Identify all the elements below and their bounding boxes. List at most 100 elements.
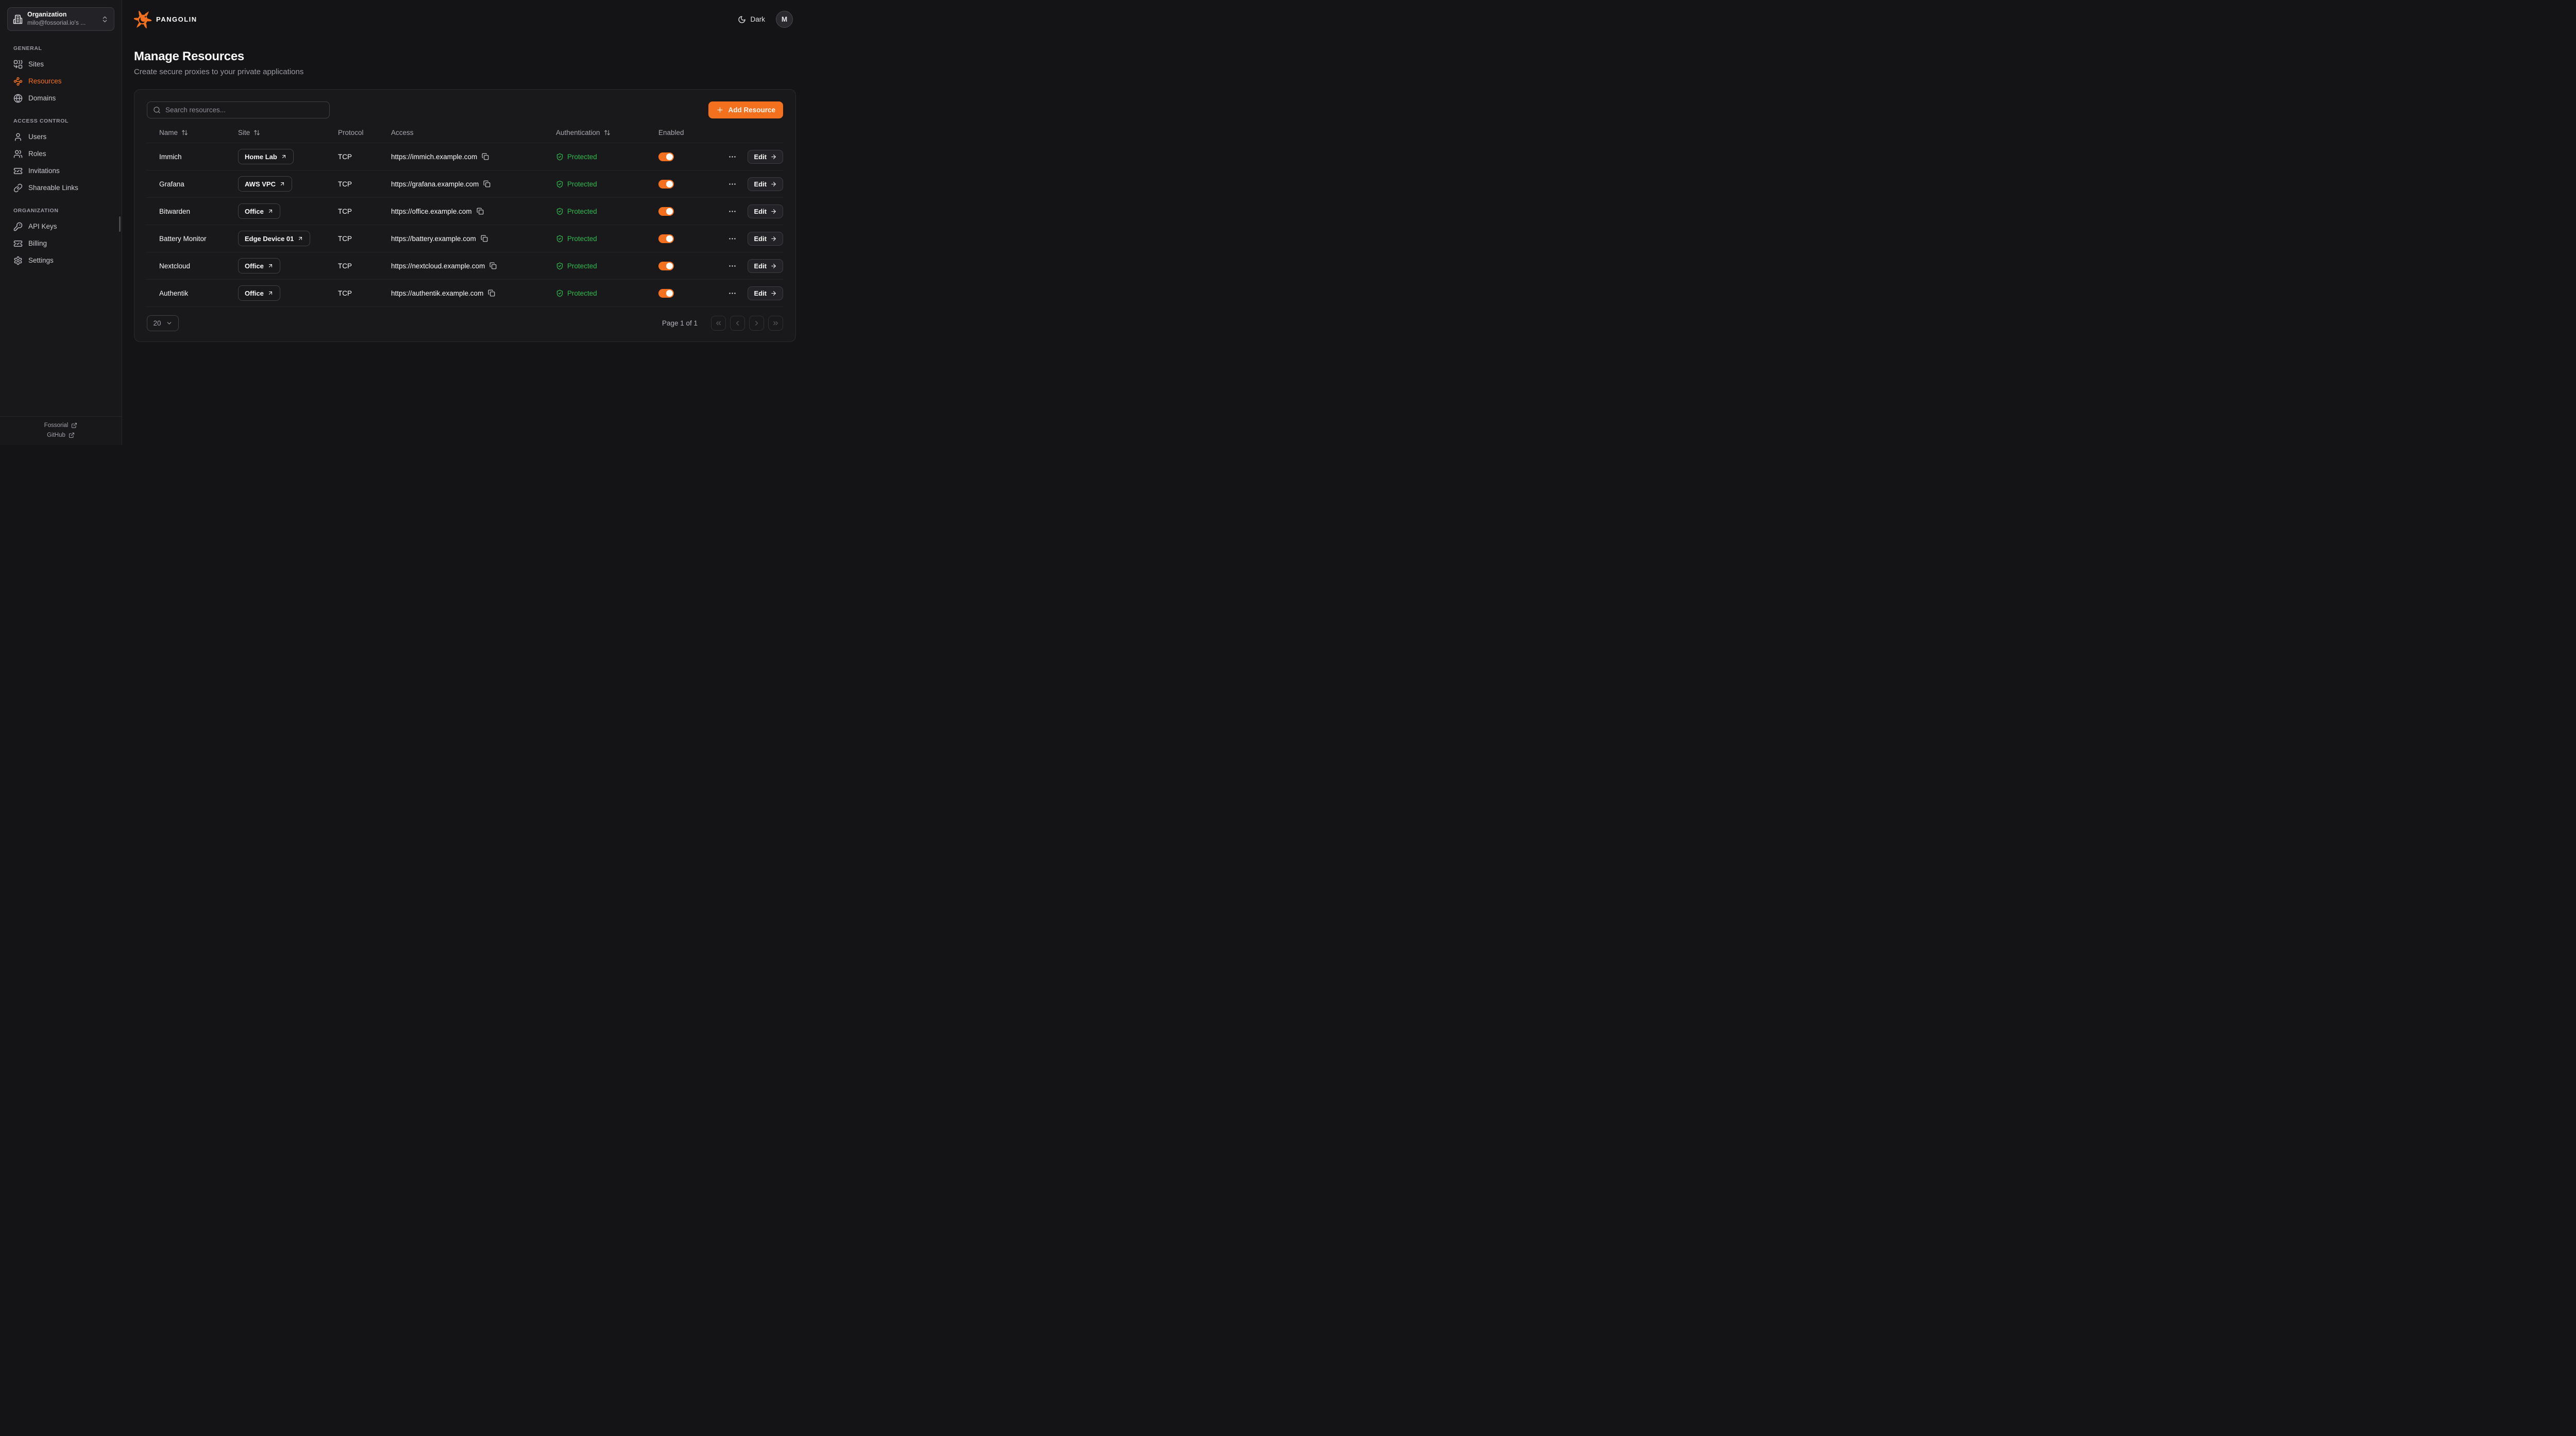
edit-button[interactable]: Edit [748, 204, 783, 218]
page-size-select[interactable]: 20 [147, 315, 179, 331]
row-menu-button[interactable] [728, 289, 737, 298]
shield-check-icon [556, 208, 564, 215]
enabled-toggle[interactable] [658, 262, 674, 270]
edit-button[interactable]: Edit [748, 232, 783, 246]
chevron-right-icon [753, 319, 760, 327]
column-header-protocol: Protocol [338, 129, 391, 136]
ellipsis-icon [728, 207, 737, 216]
row-menu-button[interactable] [728, 262, 737, 270]
row-menu-button[interactable] [728, 180, 737, 189]
edit-button[interactable]: Edit [748, 259, 783, 273]
shield-check-icon [556, 153, 564, 161]
sidebar-item-shareable-links[interactable]: Shareable Links [7, 179, 114, 196]
column-header-name[interactable]: Name [159, 129, 238, 136]
card-toolbar: Add Resource [147, 101, 783, 118]
arrow-up-right-icon [267, 290, 274, 296]
column-header-authentication[interactable]: Authentication [556, 129, 658, 136]
chevron-down-icon [166, 320, 173, 327]
search-box [147, 101, 330, 118]
sort-icon[interactable] [604, 129, 611, 136]
arrow-right-icon [770, 208, 777, 215]
sidebar-item-billing[interactable]: Billing [7, 235, 114, 252]
copy-url-button[interactable] [488, 289, 495, 297]
site-link-button[interactable]: Edge Device 01 [238, 231, 310, 246]
plus-icon [716, 106, 724, 114]
arrow-up-right-icon [297, 235, 303, 242]
ellipsis-icon [728, 234, 737, 243]
edit-button[interactable]: Edit [748, 150, 783, 164]
row-menu-button[interactable] [728, 234, 737, 243]
resource-protocol: TCP [338, 289, 391, 297]
row-menu-button[interactable] [728, 207, 737, 216]
copy-url-button[interactable] [477, 208, 484, 215]
enabled-toggle[interactable] [658, 234, 674, 243]
column-header-site[interactable]: Site [238, 129, 338, 136]
theme-toggle[interactable]: Dark [738, 15, 765, 24]
pagination-status: Page 1 of 1 [662, 319, 698, 327]
external-link-icon [69, 432, 75, 438]
sidebar-item-label: Users [28, 133, 46, 141]
add-resource-button[interactable]: Add Resource [708, 101, 783, 118]
copy-url-button[interactable] [482, 153, 489, 160]
ticket-check-icon [13, 239, 23, 248]
site-link-button[interactable]: Office [238, 258, 280, 273]
enabled-toggle[interactable] [658, 180, 674, 189]
resource-protocol: TCP [338, 208, 391, 215]
row-menu-button[interactable] [728, 152, 737, 161]
edit-button[interactable]: Edit [748, 177, 783, 191]
avatar[interactable]: M [776, 11, 793, 28]
site-link-button[interactable]: AWS VPC [238, 176, 292, 192]
enabled-toggle[interactable] [658, 152, 674, 161]
arrow-right-icon [770, 290, 777, 297]
arrow-right-icon [770, 181, 777, 187]
copy-url-button[interactable] [489, 262, 497, 269]
sidebar-nav: GENERAL Sites Resources Domains ACCESS C… [0, 38, 122, 269]
edit-button[interactable]: Edit [748, 286, 783, 300]
sidebar-item-domains[interactable]: Domains [7, 90, 114, 107]
arrow-up-right-icon [279, 181, 285, 187]
previous-page-button[interactable] [730, 316, 745, 331]
copy-icon [482, 153, 489, 160]
sort-icon[interactable] [253, 129, 260, 136]
org-selector[interactable]: Organization milo@fossorial.io's ... [7, 7, 114, 31]
sidebar-item-settings[interactable]: Settings [7, 252, 114, 269]
copy-url-button[interactable] [483, 180, 490, 187]
sidebar-item-invitations[interactable]: Invitations [7, 162, 114, 179]
sidebar-scrollbar-thumb[interactable] [119, 216, 121, 232]
copy-icon [488, 289, 495, 297]
resource-name: Immich [159, 153, 238, 161]
next-page-button[interactable] [749, 316, 764, 331]
resource-url: https://nextcloud.example.com [391, 262, 485, 270]
resource-name: Battery Monitor [159, 235, 238, 243]
chevrons-right-icon [772, 319, 779, 327]
last-page-button[interactable] [768, 316, 783, 331]
enabled-toggle[interactable] [658, 289, 674, 298]
external-link-icon [71, 422, 77, 429]
enabled-toggle[interactable] [658, 207, 674, 216]
sidebar-item-sites[interactable]: Sites [7, 56, 114, 73]
search-input[interactable] [165, 106, 324, 114]
site-link-button[interactable]: Office [238, 203, 280, 219]
ellipsis-icon [728, 152, 737, 161]
resource-protocol: TCP [338, 180, 391, 188]
ticket-check-icon [13, 166, 23, 176]
footer-link-github[interactable]: GitHub [47, 432, 75, 438]
arrow-up-right-icon [267, 208, 274, 214]
sidebar-item-api-keys[interactable]: API Keys [7, 218, 114, 235]
site-link-button[interactable]: Office [238, 285, 280, 301]
first-page-button[interactable] [711, 316, 726, 331]
sort-icon[interactable] [181, 129, 188, 136]
sidebar-item-label: Invitations [28, 167, 60, 175]
copy-icon [489, 262, 497, 269]
users-icon [13, 149, 23, 159]
resource-name: Authentik [159, 289, 238, 297]
sidebar-item-roles[interactable]: Roles [7, 145, 114, 162]
footer-link-fossorial[interactable]: Fossorial [44, 422, 78, 429]
copy-url-button[interactable] [481, 235, 488, 242]
waypoints-icon [13, 77, 23, 86]
sidebar-item-users[interactable]: Users [7, 128, 114, 145]
site-link-button[interactable]: Home Lab [238, 149, 294, 164]
table-row: Grafana AWS VPC TCP https://grafana.exam… [147, 170, 783, 198]
sidebar-item-resources[interactable]: Resources [7, 73, 114, 90]
table-row: Immich Home Lab TCP https://immich.examp… [147, 143, 783, 170]
